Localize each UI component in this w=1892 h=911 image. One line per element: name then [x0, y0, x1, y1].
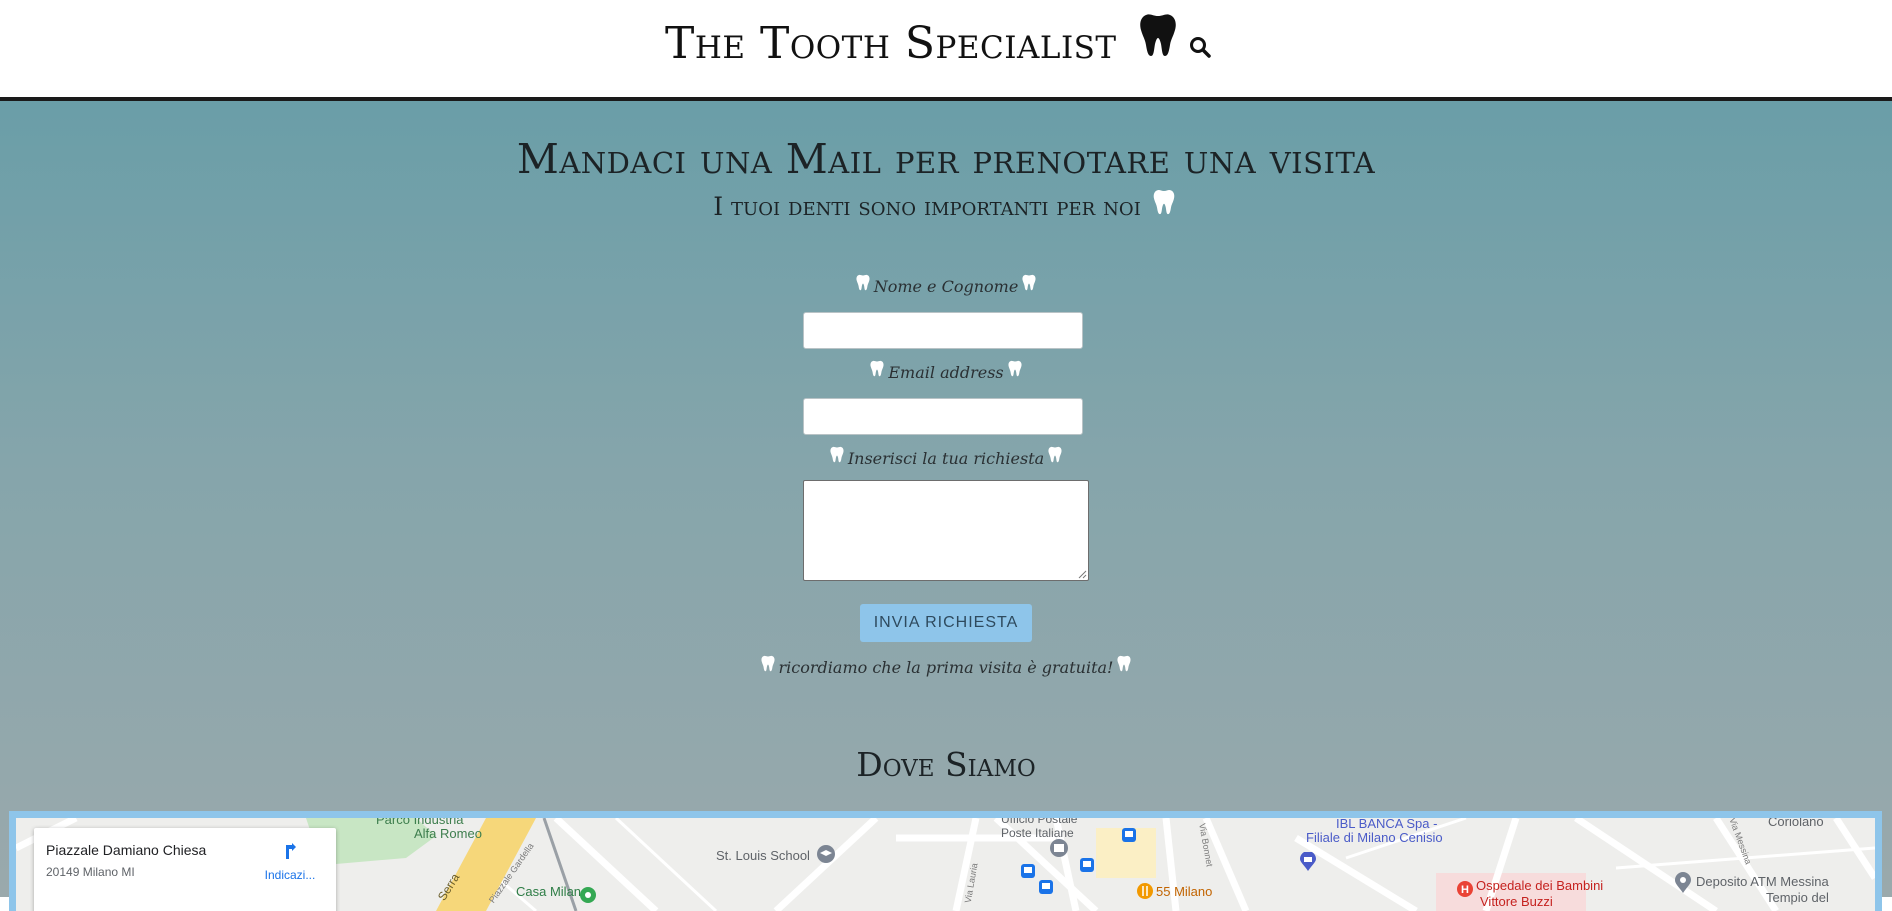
- resize-grip-icon[interactable]: [1078, 570, 1087, 579]
- submit-button[interactable]: INVIA RICHIESTA: [860, 604, 1032, 642]
- brand-logo[interactable]: The Tooth Specialist: [665, 13, 1177, 77]
- casa-milan-pin-icon[interactable]: [579, 886, 597, 904]
- location-title: Dove Siamo: [856, 745, 1036, 784]
- free-visit-text: ricordiamo che la prima visita è gratuit…: [778, 658, 1114, 677]
- place-name: Piazzale Damiano Chiesa: [46, 842, 207, 858]
- name-label: Nome e Cognome: [0, 274, 1892, 300]
- email-label: Email address: [0, 360, 1892, 386]
- map-place-card: Piazzale Damiano Chiesa 20149 Milano MI …: [34, 828, 336, 911]
- tooth-icon: [1117, 655, 1132, 679]
- contact-title: Mandaci una Mail per prenotare una visit…: [516, 135, 1376, 183]
- map-label-hospital: Ospedale dei Bambini: [1476, 878, 1604, 893]
- restaurant-pin-icon[interactable]: [1136, 882, 1154, 900]
- email-field[interactable]: [803, 398, 1083, 435]
- map-label-coriolano: Coriolano: [1768, 818, 1824, 829]
- map-label-school: St. Louis School: [716, 848, 810, 863]
- search-icon: [1190, 37, 1211, 58]
- map-label-tempio: Tempio del: [1766, 890, 1829, 905]
- request-label-text: Inserisci la tua richiesta: [847, 449, 1045, 468]
- svg-text:H: H: [1461, 884, 1469, 896]
- shopping-pin-icon[interactable]: [1298, 852, 1318, 872]
- tooth-icon: [1008, 360, 1022, 384]
- bus-stop-icon[interactable]: [1080, 858, 1094, 872]
- tooth-icon: [830, 446, 844, 470]
- tooth-icon: [1048, 446, 1062, 470]
- bus-stop-icon[interactable]: [1122, 828, 1136, 842]
- main-section: Mandaci una Mail per prenotare una visit…: [0, 101, 1892, 911]
- tooth-icon: [760, 655, 775, 679]
- map-label-post1: Ufficio Postale: [1001, 818, 1078, 826]
- map-label-deposito: Deposito ATM Messina: [1696, 874, 1829, 889]
- directions-label: Indicazi...: [264, 868, 316, 882]
- directions-icon: [286, 843, 296, 859]
- request-label: Inserisci la tua richiesta: [0, 446, 1892, 472]
- name-label-text: Nome e Cognome: [873, 277, 1019, 296]
- bus-stop-icon[interactable]: [1039, 880, 1053, 894]
- map-frame: Parco Industria Alfa Romeo Serra Piazzal…: [9, 811, 1882, 911]
- hospital-pin-icon[interactable]: H: [1456, 880, 1474, 898]
- post-office-pin-icon[interactable]: [1049, 838, 1069, 858]
- brand-name: The Tooth Specialist: [665, 18, 1117, 69]
- bus-stop-icon[interactable]: [1021, 864, 1035, 878]
- tooth-icon: [1139, 13, 1177, 73]
- tooth-icon: [1022, 274, 1036, 298]
- directions-button[interactable]: Indicazi...: [262, 840, 318, 882]
- tooth-icon: [1153, 187, 1175, 227]
- name-field[interactable]: [803, 312, 1083, 349]
- site-header: The Tooth Specialist: [0, 0, 1892, 101]
- request-textarea[interactable]: [803, 480, 1089, 581]
- email-label-text: Email address: [888, 363, 1004, 382]
- school-pin-icon[interactable]: [816, 844, 836, 864]
- search-button[interactable]: [1188, 35, 1212, 59]
- embedded-map[interactable]: Parco Industria Alfa Romeo Serra Piazzal…: [16, 818, 1875, 911]
- map-label-park2: Alfa Romeo: [414, 826, 482, 841]
- contact-subtitle: I tuoi denti sono importanti per noi: [0, 187, 1892, 229]
- tooth-icon: [856, 274, 870, 298]
- map-label-hospital2: Vittore Buzzi: [1480, 894, 1553, 909]
- free-visit-note: ricordiamo che la prima visita è gratuit…: [0, 655, 1892, 681]
- map-label-bank2: Filiale di Milano Cenisio: [1306, 830, 1443, 845]
- tooth-icon: [870, 360, 884, 384]
- contact-subtitle-text: I tuoi denti sono importanti per noi: [713, 192, 1141, 221]
- place-address: 20149 Milano MI: [46, 865, 135, 879]
- deposito-pin-icon[interactable]: [1674, 872, 1692, 894]
